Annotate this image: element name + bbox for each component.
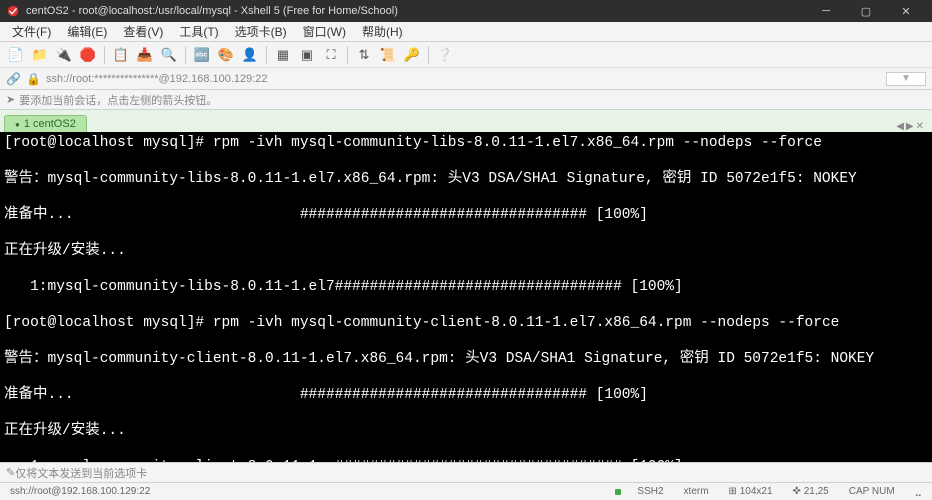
status-bar: ssh://root@192.168.100.129:22 SSH2 xterm… — [0, 482, 932, 500]
separator — [347, 46, 348, 64]
script-icon[interactable]: 📜 — [378, 45, 398, 65]
window-titlebar: centOS2 - root@localhost:/usr/local/mysq… — [0, 0, 932, 22]
address-bar: 🔗 🔒 ssh://root:***************@192.168.1… — [0, 68, 932, 90]
disconnect-icon[interactable]: 🛑 — [78, 45, 98, 65]
compose-icon[interactable]: ✎ — [6, 466, 15, 479]
tab-session-1[interactable]: ● 1 centOS2 — [4, 115, 87, 132]
menu-tools[interactable]: 工具(T) — [171, 21, 226, 42]
menu-view[interactable]: 查看(V) — [115, 21, 171, 42]
app-icon — [6, 4, 20, 18]
terminal-line: 准备中... #################################… — [4, 386, 928, 404]
help-icon[interactable]: ❔ — [435, 45, 455, 65]
status-caps: CAP NUM — [845, 486, 899, 497]
profile-icon[interactable]: 👤 — [240, 45, 260, 65]
tab-label: 1 centOS2 — [24, 118, 76, 130]
open-icon[interactable]: 📁 — [30, 45, 50, 65]
terminal-line: 正在升级/安装... — [4, 422, 928, 440]
link-icon: 🔗 — [6, 72, 20, 86]
separator — [104, 46, 105, 64]
transfer-icon[interactable]: ⇅ — [354, 45, 374, 65]
hint-arrow-icon[interactable]: ➤ — [6, 93, 15, 106]
session-tabbar: ● 1 centOS2 ◀ ▶ ✕ — [0, 110, 932, 132]
terminal-line: [root@localhost mysql]# rpm -ivh mysql-c… — [4, 134, 928, 152]
color-icon[interactable]: 🎨 — [216, 45, 236, 65]
status-size: ⊞ 104x21 — [725, 486, 777, 497]
menu-help[interactable]: 帮助(H) — [354, 21, 411, 42]
window-title: centOS2 - root@localhost:/usr/local/mysq… — [26, 5, 806, 17]
tab-next-icon[interactable]: ▶ — [906, 121, 914, 132]
terminal-line: 正在升级/安装... — [4, 242, 928, 260]
terminal-line: 警告：mysql-community-client-8.0.11-1.el7.x… — [4, 350, 928, 368]
status-resize-icon[interactable]: ⣀ — [911, 486, 926, 497]
tab-close-icon[interactable]: ✕ — [916, 121, 924, 132]
menu-tab[interactable]: 选项卡(B) — [227, 21, 295, 42]
maximize-button[interactable]: ▢ — [846, 0, 886, 22]
tab-nav: ◀ ▶ ✕ — [896, 121, 928, 132]
reconnect-icon[interactable]: 🔌 — [54, 45, 74, 65]
separator — [266, 46, 267, 64]
close-button[interactable]: ✕ — [886, 0, 926, 22]
menu-file[interactable]: 文件(F) — [4, 21, 59, 42]
lock-icon: 🔒 — [26, 72, 40, 86]
password-dropdown[interactable]: ▼ — [886, 72, 926, 86]
terminal-line: 准备中... #################################… — [4, 206, 928, 224]
tab-prev-icon[interactable]: ◀ — [896, 121, 904, 132]
compose-hint-bar: ✎ 仅将文本发送到当前选项卡 — [0, 462, 932, 482]
connected-indicator-icon: ● — [15, 120, 20, 129]
tile-icon[interactable]: ▦ — [273, 45, 293, 65]
menubar: 文件(F) 编辑(E) 查看(V) 工具(T) 选项卡(B) 窗口(W) 帮助(… — [0, 22, 932, 42]
cascade-icon[interactable]: ▣ — [297, 45, 317, 65]
status-term: xterm — [680, 486, 713, 497]
hint-text: 要添加当前会话，点击左侧的箭头按钮。 — [19, 92, 217, 108]
separator — [428, 46, 429, 64]
copy-icon[interactable]: 📋 — [111, 45, 131, 65]
terminal-view[interactable]: [root@localhost mysql]# rpm -ivh mysql-c… — [0, 132, 932, 462]
status-indicator-icon — [615, 489, 621, 495]
terminal-line: 警告：mysql-community-libs-8.0.11-1.el7.x86… — [4, 170, 928, 188]
separator — [185, 46, 186, 64]
key-icon[interactable]: 🔑 — [402, 45, 422, 65]
font-icon[interactable]: 🔤 — [192, 45, 212, 65]
compose-hint-text: 仅将文本发送到当前选项卡 — [15, 465, 147, 481]
status-pos: ✜ 21,25 — [789, 486, 833, 497]
minimize-button[interactable]: ─ — [806, 0, 846, 22]
terminal-line: 1:mysql-community-libs-8.0.11-1.el7#####… — [4, 278, 928, 296]
terminal-line: [root@localhost mysql]# rpm -ivh mysql-c… — [4, 314, 928, 332]
paste-icon[interactable]: 📥 — [135, 45, 155, 65]
find-icon[interactable]: 🔍 — [159, 45, 179, 65]
status-connection: ssh://root@192.168.100.129:22 — [6, 486, 154, 497]
hint-bar: ➤ 要添加当前会话，点击左侧的箭头按钮。 — [0, 90, 932, 110]
address-text[interactable]: ssh://root:***************@192.168.100.1… — [46, 73, 880, 85]
toolbar: 📄 📁 🔌 🛑 📋 📥 🔍 🔤 🎨 👤 ▦ ▣ ⛶ ⇅ 📜 🔑 ❔ — [0, 42, 932, 68]
fullscreen-icon[interactable]: ⛶ — [321, 45, 341, 65]
new-session-icon[interactable]: 📄 — [6, 45, 26, 65]
status-ssh: SSH2 — [633, 486, 667, 497]
menu-window[interactable]: 窗口(W) — [295, 21, 354, 42]
menu-edit[interactable]: 编辑(E) — [59, 21, 115, 42]
